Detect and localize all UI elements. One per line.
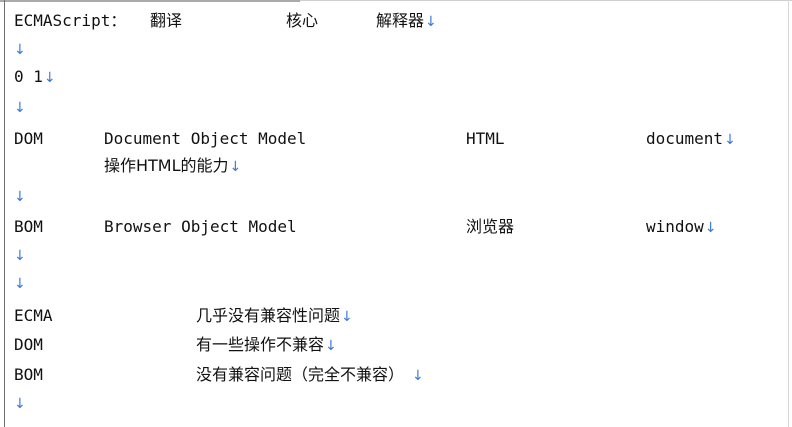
paragraph-mark-icon: ↓ xyxy=(14,189,26,205)
paragraph-mark-icon: ↓ xyxy=(14,396,26,412)
translate-text: 翻译 xyxy=(150,11,183,30)
paragraph-mark-icon: ↓ xyxy=(43,70,56,86)
dom-description: 操作HTML的能力↓ xyxy=(104,156,242,175)
dom-full-name: Document Object Model xyxy=(104,129,307,148)
bom-label: BOM xyxy=(14,217,43,236)
dom-document: document↓ xyxy=(646,129,736,148)
right-border xyxy=(788,0,789,427)
paragraph-mark-icon: ↓ xyxy=(425,14,437,30)
ecmascript-label: ECMAScript： xyxy=(14,11,127,30)
paragraph-mark-icon: ↓ xyxy=(704,220,717,236)
paragraph-mark-icon: ↓ xyxy=(412,368,424,384)
compat-ecma-desc: 几乎没有兼容性问题↓ xyxy=(196,306,353,325)
compat-dom-desc: 有一些操作不兼容↓ xyxy=(196,335,337,354)
paragraph-mark-icon: ↓ xyxy=(325,338,337,354)
compat-bom-label: BOM xyxy=(14,365,43,384)
paragraph-mark-icon: ↓ xyxy=(341,309,353,325)
top-border-accent xyxy=(0,0,300,2)
compat-ecma-label: ECMA xyxy=(14,306,53,325)
core-text: 核心 xyxy=(286,11,319,30)
interpreter-text: 解释器↓ xyxy=(376,11,437,30)
compat-bom-desc: 没有兼容问题（完全不兼容） ↓ xyxy=(196,365,424,384)
paragraph-mark-icon: ↓ xyxy=(14,42,26,58)
paragraph-mark-icon: ↓ xyxy=(229,159,242,175)
zero-one-line: 0 1↓ xyxy=(14,67,56,86)
paragraph-mark-icon: ↓ xyxy=(14,276,26,292)
paragraph-mark-icon: ↓ xyxy=(14,100,26,116)
bom-browser: 浏览器 xyxy=(466,217,515,236)
text-margin-line xyxy=(4,0,5,427)
bom-window: window↓ xyxy=(646,217,717,236)
compat-dom-label: DOM xyxy=(14,335,43,354)
paragraph-mark-icon: ↓ xyxy=(14,248,26,264)
document-editor: ECMAScript： 翻译 核心 解释器↓ ↓ 0 1↓ ↓ DOM Docu… xyxy=(0,0,792,427)
dom-label: DOM xyxy=(14,129,43,148)
bom-full-name: Browser Object Model xyxy=(104,217,297,236)
dom-html: HTML xyxy=(466,129,505,148)
paragraph-mark-icon: ↓ xyxy=(724,132,736,148)
